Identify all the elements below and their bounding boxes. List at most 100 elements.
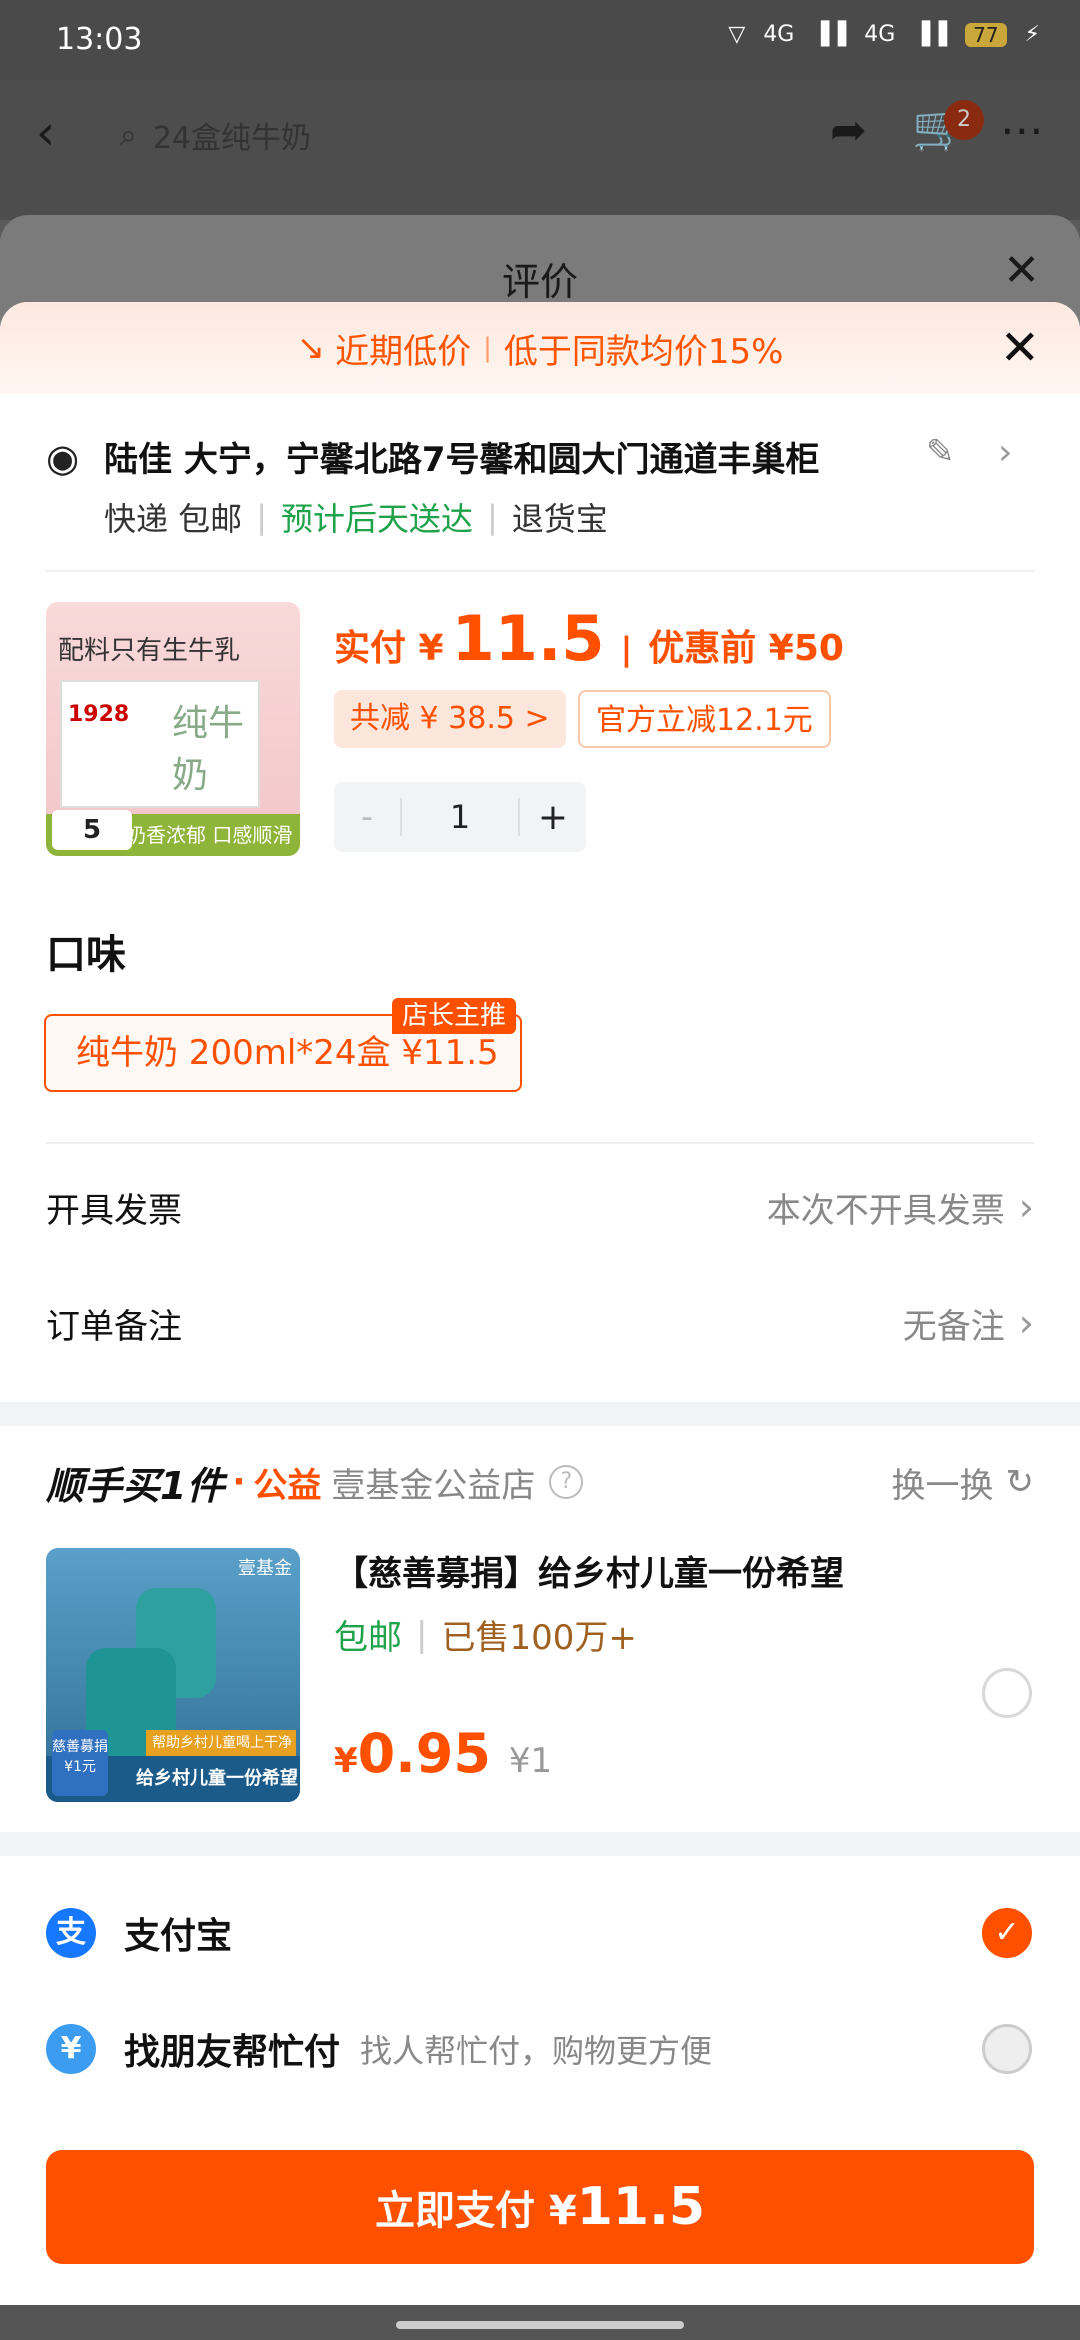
recommend-badge: 店长主推 bbox=[392, 998, 517, 1034]
back-icon[interactable]: ‹ bbox=[36, 105, 55, 161]
shipping-method: 快递 包邮 bbox=[104, 500, 243, 538]
address-line: 陆佳 大宁，宁馨北路7号馨和圆大门通道丰巢柜 bbox=[104, 440, 820, 480]
charity-price-amount: 0.95 bbox=[357, 1722, 491, 1785]
banner-tag-1: 近期低价 bbox=[335, 331, 472, 372]
network-label-1: 4G bbox=[763, 22, 795, 47]
search-icon: ⌕ bbox=[120, 117, 137, 153]
close-icon[interactable]: ✕ bbox=[1000, 320, 1040, 376]
charity-shipping: 包邮 bbox=[334, 1618, 402, 1658]
quantity-value[interactable]: 1 bbox=[400, 798, 520, 836]
return-insurance: 退货宝 bbox=[511, 500, 608, 538]
network-label-2: 4G bbox=[864, 22, 896, 47]
signal-icon: ▐▐ bbox=[812, 22, 847, 47]
alipay-label: 支付宝 bbox=[124, 1916, 233, 1957]
product-image-coupon: 5 bbox=[52, 810, 132, 850]
price-amount: 11.5 bbox=[451, 602, 605, 675]
status-time: 13:03 bbox=[56, 22, 143, 57]
note-label: 订单备注 bbox=[46, 1306, 182, 1347]
separator: | bbox=[486, 498, 498, 536]
friend-pay-option[interactable]: ¥ 找朋友帮忙付 找人帮忙付，购物更方便 bbox=[46, 2014, 1034, 2084]
price-label: 实付 ¥ bbox=[334, 628, 444, 669]
price-separator: | bbox=[620, 630, 633, 668]
pay-button-label: 立即支付 ¥ bbox=[374, 2188, 577, 2234]
decrement-button[interactable]: - bbox=[334, 797, 400, 837]
product-image-name: 纯牛奶 bbox=[172, 703, 245, 796]
charity-image-badge: 慈善募捐 ¥1元 bbox=[52, 1730, 108, 1796]
signal-icon-2: ▐▐ bbox=[913, 22, 948, 47]
divider bbox=[46, 1142, 1034, 1144]
banner-tag-2: 低于同款均价15% bbox=[503, 331, 784, 372]
official-discount-tag: 官方立减12.1元 bbox=[578, 690, 831, 748]
separator: | bbox=[416, 1614, 428, 1655]
charity-brand: 顺手买1件 bbox=[46, 1463, 225, 1508]
note-row[interactable]: 订单备注 无备注 › bbox=[46, 1288, 1034, 1358]
search-bar[interactable]: ⌕ 24盒纯牛奶 bbox=[120, 100, 800, 170]
home-indicator[interactable] bbox=[396, 2321, 684, 2329]
separator: | bbox=[256, 498, 267, 536]
status-bar: 13:03 ▽ 4G ▐▐ 4G ▐▐ 77 ⚡ bbox=[0, 0, 1080, 80]
invoice-row[interactable]: 开具发票 本次不开具发票 › bbox=[46, 1172, 1034, 1242]
refresh-icon: ↻ bbox=[1005, 1462, 1035, 1502]
charity-dot: · bbox=[232, 1462, 246, 1502]
banner-separator: | bbox=[483, 333, 492, 363]
trend-down-icon: ↘ bbox=[296, 328, 326, 368]
delivery-estimate: 预计后天送达 bbox=[280, 500, 473, 538]
flavor-title: 口味 bbox=[46, 932, 126, 978]
section-gap bbox=[0, 1832, 1080, 1856]
chevron-right-icon: › bbox=[1018, 1301, 1034, 1345]
quantity-stepper: - 1 + bbox=[334, 782, 586, 852]
increment-button[interactable]: + bbox=[520, 797, 586, 838]
share-icon[interactable]: ➦ bbox=[830, 105, 867, 156]
product-image-headline: 配料只有生牛乳 bbox=[58, 636, 241, 666]
product-image-brand: 1928 bbox=[68, 702, 130, 727]
friend-pay-radio[interactable] bbox=[982, 2024, 1032, 2074]
friend-pay-desc: 找人帮忙付，购物更方便 bbox=[360, 2032, 713, 2070]
charity-header: 顺手买1件 · 公益 壹基金公益店 ? 换一换 ↻ bbox=[46, 1452, 1034, 1512]
charity-label: 公益 bbox=[253, 1465, 322, 1506]
swap-label: 换一换 bbox=[891, 1465, 994, 1506]
friend-pay-label: 找朋友帮忙付 bbox=[124, 2032, 341, 2073]
delivery-info: 快递 包邮 | 预计后天送达 | 退货宝 bbox=[104, 494, 608, 540]
more-icon[interactable]: ⋯ bbox=[1000, 105, 1044, 156]
low-price-banner: ↘ 近期低价 | 低于同款均价15% ✕ bbox=[0, 302, 1080, 394]
review-close-icon[interactable]: ✕ bbox=[1003, 245, 1040, 296]
charity-image[interactable]: 壹基金 帮助乡村儿童喝上干净的水 给乡村儿童一份希望 慈善募捐 ¥1元 bbox=[46, 1548, 300, 1802]
charity-sold: 已售100万+ bbox=[441, 1618, 637, 1658]
note-value-group: 无备注 › bbox=[903, 1299, 1034, 1348]
alipay-option[interactable]: 支 支付宝 bbox=[46, 1898, 1034, 1968]
cart-badge: 2 bbox=[944, 100, 984, 140]
wifi-icon: ▽ bbox=[728, 22, 746, 47]
help-icon[interactable]: ? bbox=[549, 1465, 584, 1499]
swap-button[interactable]: 换一换 ↻ bbox=[892, 1458, 1035, 1507]
system-nav-bar bbox=[0, 2305, 1080, 2340]
charity-select-radio[interactable] bbox=[982, 1668, 1032, 1718]
pay-now-button[interactable]: 立即支付 ¥11.5 bbox=[46, 2150, 1034, 2264]
alipay-radio[interactable]: ✓ bbox=[982, 1908, 1032, 1958]
charging-icon: ⚡ bbox=[1024, 22, 1040, 47]
price-before-discount: 优惠前 ¥50 bbox=[648, 628, 844, 669]
status-icons: ▽ 4G ▐▐ 4G ▐▐ 77 ⚡ bbox=[728, 22, 1040, 47]
invoice-label: 开具发票 bbox=[46, 1190, 182, 1231]
product-image[interactable]: 配料只有生牛乳 1928 纯牛奶 奶香浓郁 口感顺滑 5 bbox=[46, 602, 300, 856]
invoice-value-group: 本次不开具发票 › bbox=[767, 1183, 1034, 1232]
note-value: 无备注 bbox=[902, 1306, 1005, 1347]
charity-image-fund: 壹基金 bbox=[238, 1558, 292, 1579]
invoice-value: 本次不开具发票 bbox=[766, 1190, 1005, 1231]
edit-icon[interactable]: ✎ bbox=[926, 432, 955, 472]
battery-icon: 77 bbox=[965, 22, 1007, 47]
chevron-right-icon[interactable]: › bbox=[998, 432, 1012, 473]
charity-title[interactable]: 【慈善募捐】给乡村儿童一份希望 bbox=[334, 1546, 844, 1595]
pay-button-amount: 11.5 bbox=[576, 2177, 706, 2237]
milk-box-graphic: 1928 纯牛奶 bbox=[60, 680, 260, 808]
divider bbox=[46, 570, 1034, 572]
alipay-icon: 支 bbox=[46, 1908, 96, 1958]
friend-pay-icon: ¥ bbox=[46, 2024, 96, 2074]
charity-image-caption: 帮助乡村儿童喝上干净的水 bbox=[146, 1730, 296, 1777]
review-sheet-title: 评价 bbox=[501, 260, 578, 304]
charity-price: ¥ 0.95 ¥1 bbox=[334, 1722, 552, 1785]
charity-shop: 壹基金公益店 bbox=[331, 1465, 536, 1506]
search-text: 24盒纯牛奶 bbox=[152, 121, 311, 156]
price-row: 实付 ¥ 11.5 | 优惠前 ¥50 bbox=[334, 602, 844, 675]
total-saving-tag[interactable]: 共减 ¥ 38.5 > bbox=[334, 690, 566, 748]
charity-original-price: ¥1 bbox=[508, 1741, 553, 1781]
